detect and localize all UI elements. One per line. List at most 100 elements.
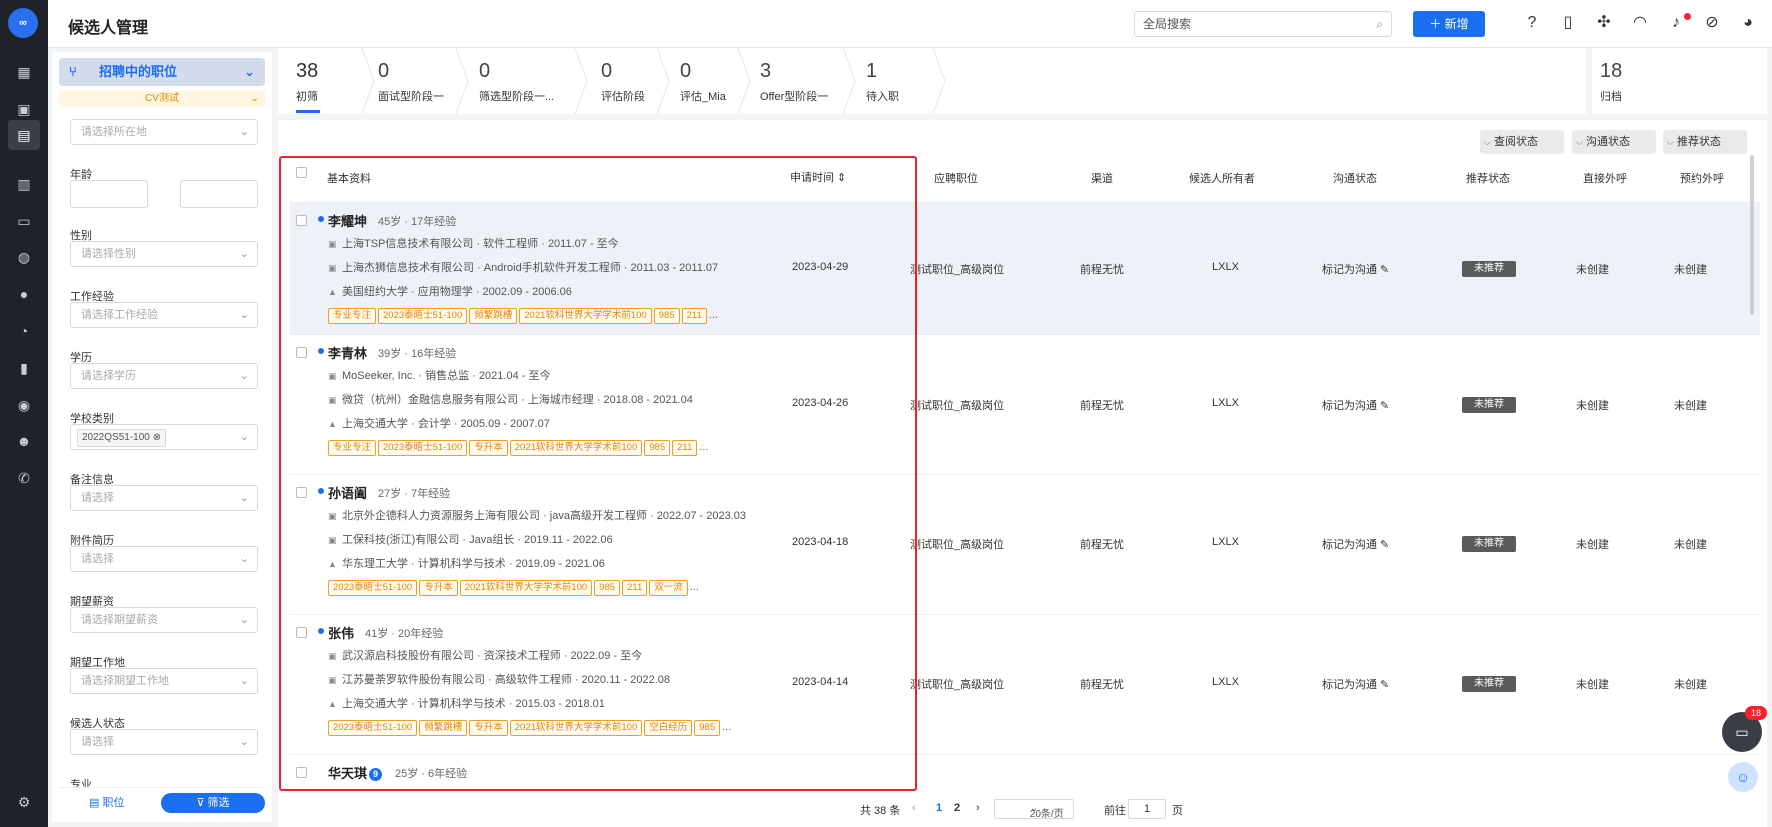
gender-select[interactable]: 请选择性别 ⌄ (70, 241, 258, 267)
workplace-select[interactable]: 请选择期望工作地 ⌄ (70, 668, 258, 694)
target-icon[interactable]: ● (12, 282, 36, 306)
logo-icon[interactable]: ∞ (8, 8, 38, 38)
candidate-name[interactable]: 孙语阖 (328, 483, 367, 502)
prev-page[interactable]: ‹ (912, 802, 916, 814)
row-checkbox[interactable] (296, 627, 307, 638)
cv-test-select[interactable]: CV测试 ⌄ (59, 91, 265, 107)
more-tags[interactable]: ... (709, 309, 718, 321)
user-circle-icon[interactable]: ◉ (12, 393, 36, 417)
idcard-icon[interactable]: ▭ (12, 209, 36, 233)
stage-tab[interactable]: 38 初筛 (278, 48, 370, 114)
more-tags[interactable]: ... (690, 581, 699, 593)
candidate-icon[interactable]: ▤ (8, 120, 40, 150)
dashboard-icon[interactable]: ▦ (12, 60, 36, 84)
pie-chart-icon[interactable]: ◔ (12, 319, 36, 343)
more-tags[interactable]: ... (699, 441, 708, 453)
notes-select[interactable]: 请选择 ⌄ (70, 485, 258, 511)
row-checkbox[interactable] (296, 347, 307, 358)
candidate-table: ⌵ 查阅状态 ⌵ 沟通状态 ⌵ 推荐状态 基本资料 申请时间 ⇕ 应聘职位 渠道 候选… (278, 120, 1767, 827)
col-apply-time[interactable]: 申请时间 ⇕ (790, 169, 846, 185)
stage-tab[interactable]: 0 评估_Mia (662, 48, 742, 114)
plugin-icon[interactable]: ✣ (1593, 12, 1615, 34)
calendar-icon[interactable]: ▥ (12, 172, 36, 196)
tag: 985 (694, 720, 721, 736)
document-icon[interactable]: ▯ (1557, 12, 1579, 34)
vertical-scrollbar[interactable] (1750, 155, 1754, 315)
attachment-select[interactable]: 请选择 ⌄ (70, 546, 258, 572)
users-icon[interactable]: ☻ (12, 429, 36, 453)
branch-icon: ⑂ (69, 64, 77, 79)
school-chip[interactable]: 2022QS51-100 ⊗ (77, 429, 166, 447)
position-button[interactable]: ▤ 职位 (89, 794, 124, 810)
bar-chart-icon[interactable]: ▮ (12, 356, 36, 380)
compass-icon[interactable]: ⊘ (1701, 12, 1723, 34)
rec-status-filter[interactable]: ⌵ 推荐状态 (1663, 130, 1747, 154)
filter-button[interactable]: ⊽ 筛选 (161, 793, 265, 813)
phone-icon[interactable]: ✆ (12, 466, 36, 490)
channel: 前程无忧 (1080, 400, 1124, 412)
age-max-input[interactable] (180, 180, 258, 208)
next-page[interactable]: › (976, 802, 980, 814)
position: 测试职位_高级岗位 (910, 679, 1005, 691)
select-all-checkbox[interactable] (296, 167, 307, 178)
school-select[interactable]: 2022QS51-100 ⊗ ⌄ (70, 424, 258, 450)
job-select[interactable]: ⑂ 招聘中的职位 ⌄ (59, 58, 265, 86)
table-row[interactable]: 李青林 39岁 · 16年经验 ▣ MoSeeker, Inc. · 销售总监 ·… (290, 334, 1760, 474)
stage-label: 筛选型阶段一... (479, 91, 555, 103)
col-channel: 渠道 (1091, 173, 1113, 185)
archive-tab[interactable]: 18 归档 (1592, 48, 1767, 114)
location-placeholder: 请选择所在地 (81, 126, 147, 138)
stage-tab[interactable]: 0 评估阶段 (583, 48, 663, 114)
page-1[interactable]: 1 (936, 802, 942, 814)
comm-status[interactable]: 标记为沟通 ✎ (1322, 536, 1389, 552)
global-search-input[interactable]: 全局搜索 ⌕ (1134, 11, 1392, 37)
goto-input[interactable]: 1 (1128, 799, 1166, 819)
new-button[interactable]: ＋ 新增 (1413, 11, 1485, 37)
search-placeholder: 全局搜索 (1143, 17, 1192, 31)
age-min-input[interactable] (70, 180, 148, 208)
salary-select[interactable]: 请选择期望薪资 ⌄ (70, 607, 258, 633)
more-tags[interactable]: ... (722, 721, 731, 733)
table-row[interactable]: 孙语阖 27岁 · 7年经验 ▣ 北京外企德科人力资源服务上海有限公司 · jav… (290, 474, 1760, 614)
row-checkbox[interactable] (296, 487, 307, 498)
stage-tab[interactable]: 0 筛选型阶段一... (461, 48, 583, 114)
table-row[interactable]: 张伟 41岁 · 20年经验 ▣ 武汉源启科技股份有限公司 · 资深技术工程师 ·… (290, 614, 1760, 754)
user-avatar-icon[interactable]: ◕ (1737, 12, 1759, 34)
settings-icon[interactable]: ⚙ (12, 790, 36, 814)
candidate-name[interactable]: 张伟 (328, 623, 354, 642)
briefcase-icon[interactable]: ▣ (12, 97, 36, 121)
row-checkbox[interactable] (296, 767, 307, 778)
support-icon[interactable]: ◠ (1629, 12, 1651, 34)
tag: 985 (653, 308, 680, 324)
rec-status-label: 推荐状态 (1677, 136, 1721, 148)
page-2[interactable]: 2 (954, 802, 960, 814)
comm-status[interactable]: 标记为沟通 ✎ (1322, 261, 1389, 277)
tag: 专业专注 (328, 440, 377, 456)
candidate-name[interactable]: 李耀坤 (328, 211, 367, 230)
education-select[interactable]: 请选择学历 ⌄ (70, 363, 258, 389)
row-checkbox[interactable] (296, 215, 307, 226)
comm-status[interactable]: 标记为沟通 ✎ (1322, 397, 1389, 413)
location-select[interactable]: 请选择所在地 ⌄ (70, 119, 258, 145)
candidate-name[interactable]: 华天琪 9 (328, 763, 383, 782)
stage-tab[interactable]: 1 待入职 (848, 48, 938, 114)
help-icon[interactable]: ? (1521, 12, 1543, 34)
chevron-down-icon: ⌄ (239, 431, 249, 443)
stage-tab[interactable]: 3 Offer型阶段一 (742, 48, 848, 114)
wechat-icon[interactable]: ◍ (12, 245, 36, 269)
school-icon: ▲ (328, 699, 337, 709)
table-row[interactable]: 李耀坤 45岁 · 17年经验 ▣ 上海TSP信息技术有限公司 · 软件工程师 ·… (290, 202, 1760, 334)
col-rec-status: 推荐状态 (1466, 173, 1510, 185)
assistant-robot-icon[interactable]: ☺ (1728, 762, 1758, 792)
stage-tab[interactable]: 0 面试型阶段一 (360, 48, 460, 114)
comm-status[interactable]: 标记为沟通 ✎ (1322, 676, 1389, 692)
chevron-down-icon: ⌄ (239, 370, 249, 382)
page-size-select[interactable]: 20条/页 ⌄ (994, 799, 1074, 820)
table-row[interactable]: 华天琪 9 25岁 · 6年经验 (290, 754, 1760, 798)
page-title: 候选人管理 (68, 20, 149, 37)
comm-status-filter[interactable]: ⌵ 沟通状态 (1572, 130, 1656, 154)
read-status-filter[interactable]: ⌵ 查阅状态 (1480, 130, 1564, 154)
experience-select[interactable]: 请选择工作经验 ⌄ (70, 302, 258, 328)
status-select[interactable]: 请选择 ⌄ (70, 729, 258, 755)
candidate-name[interactable]: 李青林 (328, 343, 367, 362)
